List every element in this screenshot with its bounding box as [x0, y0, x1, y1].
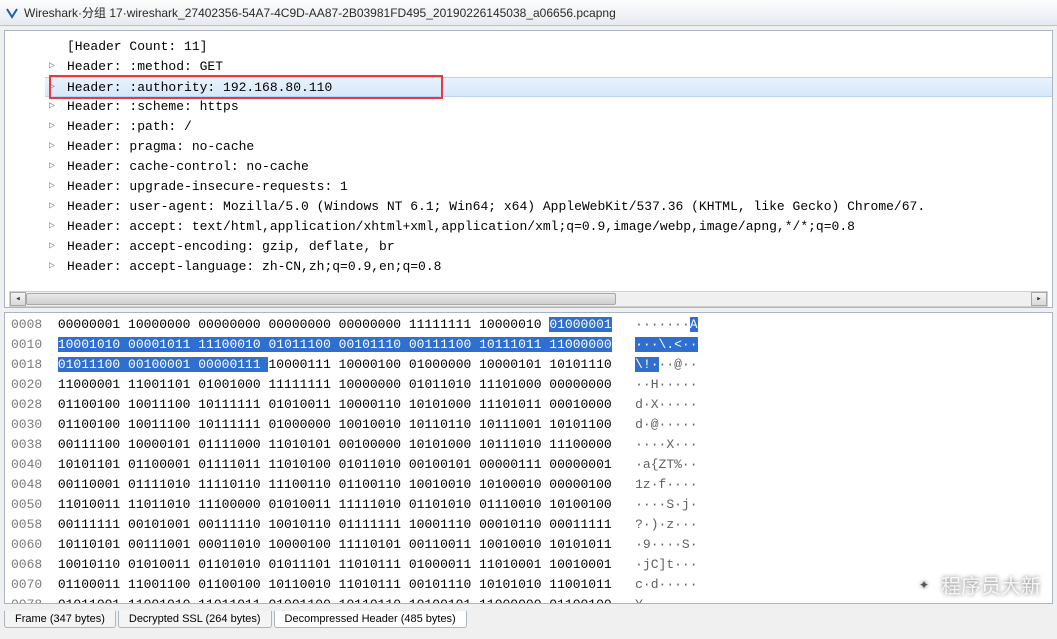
app-icon: [4, 5, 20, 21]
packet-details-pane[interactable]: [Header Count: 11]Header: :method: GETHe…: [4, 30, 1053, 308]
hex-row[interactable]: 0060 10110101 00111001 00011010 10000100…: [11, 535, 1046, 555]
tab-decrypted-ssl[interactable]: Decrypted SSL (264 bytes): [118, 611, 272, 628]
hex-row[interactable]: 0010 10001010 00001011 11100010 01011100…: [11, 335, 1046, 355]
header-line[interactable]: Header: cache-control: no-cache: [45, 157, 1052, 177]
header-line[interactable]: Header: pragma: no-cache: [45, 137, 1052, 157]
hex-row[interactable]: 0050 11010011 11011010 11100000 01010011…: [11, 495, 1046, 515]
packet-bytes-pane[interactable]: 0008 00000001 10000000 00000000 00000000…: [4, 312, 1053, 604]
file-name: wireshark_27402356-54A7-4C9D-AA87-2B0398…: [127, 6, 616, 20]
hex-row[interactable]: 0078 01011001 11001010 11011011 01001100…: [11, 595, 1046, 604]
header-line[interactable]: Header: accept: text/html,application/xh…: [45, 217, 1052, 237]
packet-label: 分组 17: [82, 4, 123, 21]
header-line[interactable]: Header: accept-encoding: gzip, deflate, …: [45, 237, 1052, 257]
app-name: Wireshark: [24, 6, 78, 20]
header-line[interactable]: Header: user-agent: Mozilla/5.0 (Windows…: [45, 197, 1052, 217]
hex-row[interactable]: 0068 10010110 01010011 01101010 01011101…: [11, 555, 1046, 575]
window-titlebar: Wireshark · 分组 17 · wireshark_27402356-5…: [0, 0, 1057, 26]
header-line[interactable]: Header: :method: GET: [45, 57, 1052, 77]
hscroll-right-button[interactable]: ▸: [1031, 292, 1047, 306]
hscroll-left-button[interactable]: ◂: [10, 292, 26, 306]
hex-row[interactable]: 0048 00110001 01111010 11110110 11100110…: [11, 475, 1046, 495]
hex-row[interactable]: 0058 00111111 00101001 00111110 10010110…: [11, 515, 1046, 535]
header-line[interactable]: Header: :scheme: https: [45, 97, 1052, 117]
hscroll-track[interactable]: ◂ ▸: [9, 291, 1048, 307]
tab-frame[interactable]: Frame (347 bytes): [4, 611, 116, 628]
hex-row[interactable]: 0070 01100011 11001100 01100100 10110010…: [11, 575, 1046, 595]
tab-decompressed-header[interactable]: Decompressed Header (485 bytes): [274, 611, 467, 628]
hex-row[interactable]: 0018 01011100 00100001 00000111 10000111…: [11, 355, 1046, 375]
header-line[interactable]: Header: :path: /: [45, 117, 1052, 137]
header-line[interactable]: Header: :authority: 192.168.80.110: [45, 77, 1052, 97]
header-line[interactable]: Header: accept-language: zh-CN,zh;q=0.9,…: [45, 257, 1052, 277]
bytes-tab-strip: Frame (347 bytes) Decrypted SSL (264 byt…: [4, 608, 1053, 628]
hex-row[interactable]: 0030 01100100 10011100 10111111 01000000…: [11, 415, 1046, 435]
hex-row[interactable]: 0040 10101101 01100001 01111011 11010100…: [11, 455, 1046, 475]
header-count[interactable]: [Header Count: 11]: [45, 37, 1052, 57]
hex-row[interactable]: 0038 00111100 10000101 01111000 11010101…: [11, 435, 1046, 455]
hex-row[interactable]: 0008 00000001 10000000 00000000 00000000…: [11, 315, 1046, 335]
hscroll-thumb[interactable]: [26, 293, 616, 305]
hex-row[interactable]: 0020 11000001 11001101 01001000 11111111…: [11, 375, 1046, 395]
header-line[interactable]: Header: upgrade-insecure-requests: 1: [45, 177, 1052, 197]
hex-row[interactable]: 0028 01100100 10011100 10111111 01010011…: [11, 395, 1046, 415]
